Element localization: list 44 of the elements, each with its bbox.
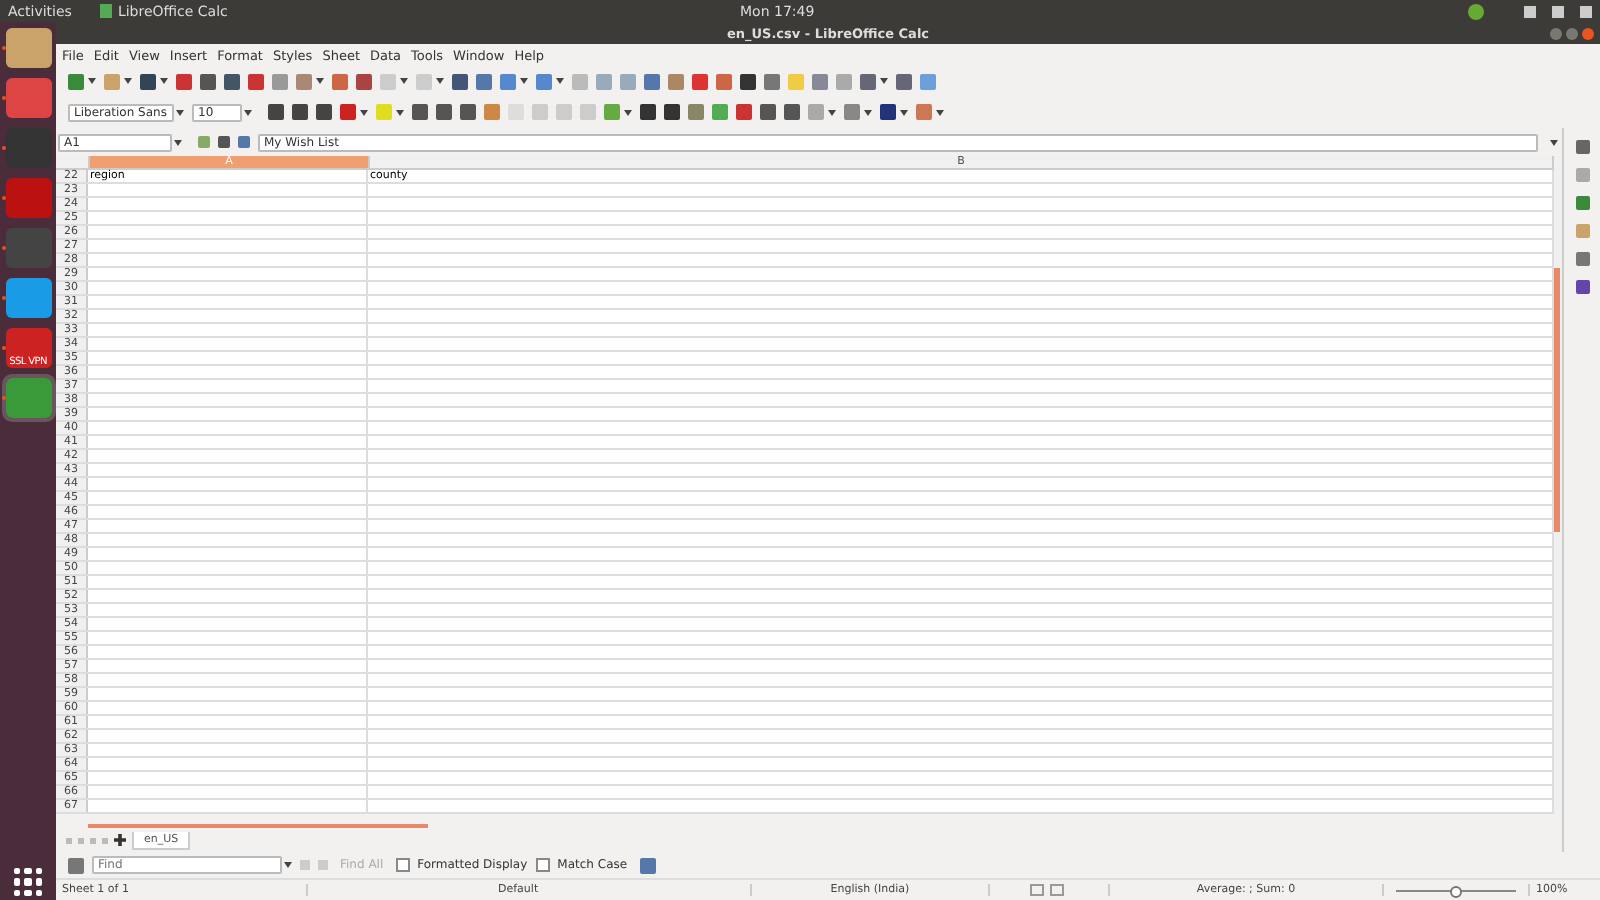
caret-icon[interactable]: [900, 109, 908, 115]
caret-icon[interactable]: [244, 109, 252, 115]
insert-mode-icon: [1030, 884, 1044, 896]
running-indicator: [2, 96, 6, 100]
maximize-button[interactable]: [1566, 27, 1578, 39]
vertical-scrollbar[interactable]: [1554, 156, 1562, 814]
running-indicator: [2, 46, 6, 50]
caret-icon[interactable]: [160, 78, 168, 84]
running-indicator: [2, 396, 6, 400]
slider-thumb[interactable]: [1450, 885, 1462, 897]
caret-icon[interactable]: [124, 78, 132, 84]
caret-icon[interactable]: [624, 109, 632, 115]
running-indicator: [2, 296, 6, 300]
horizontal-scrollbar[interactable]: [88, 824, 428, 828]
running-indicator: [2, 246, 6, 250]
close-button[interactable]: [1582, 27, 1594, 39]
caret-icon[interactable]: [284, 862, 292, 868]
caret-icon[interactable]: [936, 109, 944, 115]
running-indicator: [2, 346, 6, 350]
checkbox[interactable]: [395, 858, 410, 872]
caret-icon[interactable]: [880, 78, 888, 84]
checkbox[interactable]: [535, 858, 550, 872]
caret-icon[interactable]: [176, 109, 184, 115]
caret-icon[interactable]: [828, 109, 836, 115]
scrollbar-thumb[interactable]: [1554, 268, 1560, 532]
app-grid-icon[interactable]: [14, 868, 42, 896]
minimize-button[interactable]: [1550, 27, 1562, 39]
caret-icon[interactable]: [400, 78, 408, 84]
add-sheet-icon[interactable]: [114, 834, 126, 846]
file-cabinet-icon[interactable]: [5, 28, 51, 68]
running-indicator: [2, 196, 6, 200]
caret-icon[interactable]: [436, 78, 444, 84]
caret-icon[interactable]: [316, 78, 324, 84]
caret-icon[interactable]: [88, 78, 96, 84]
caret-icon[interactable]: [360, 109, 368, 115]
caret-icon[interactable]: [864, 109, 872, 115]
selection-mode-icon: [1050, 884, 1064, 896]
caret-icon[interactable]: [396, 109, 404, 115]
check-icon[interactable]: [1468, 3, 1484, 19]
caret-icon[interactable]: [174, 139, 182, 145]
caret-icon[interactable]: [520, 78, 528, 84]
running-indicator: [2, 146, 6, 150]
caret-icon[interactable]: [556, 78, 564, 84]
spreadsheet-icon: [99, 4, 112, 18]
